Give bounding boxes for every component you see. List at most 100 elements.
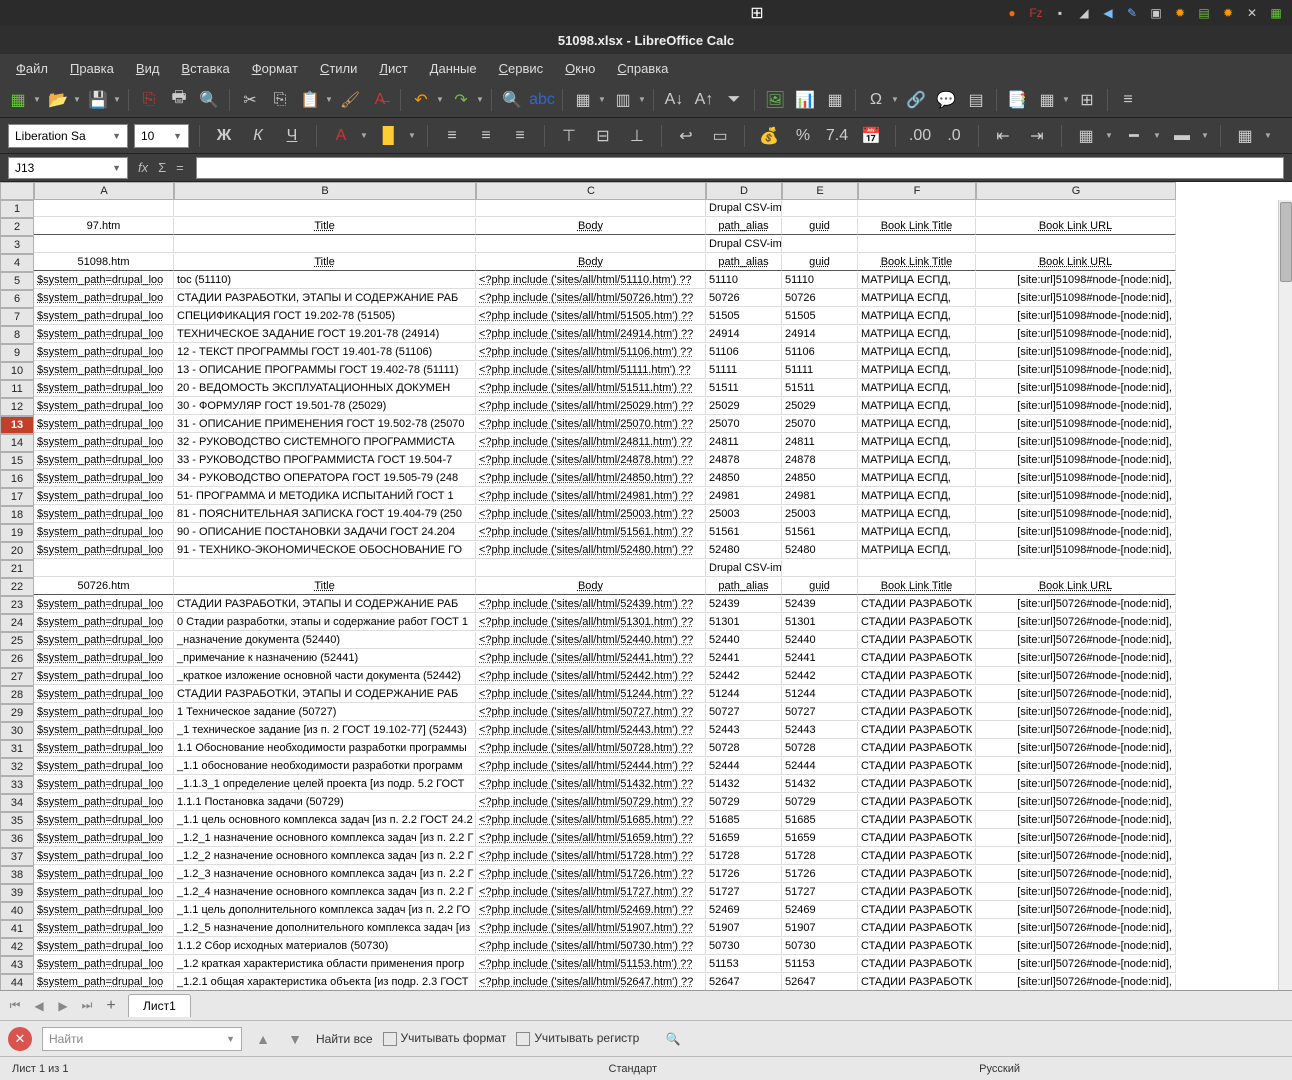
row-header[interactable]: 24: [0, 614, 34, 632]
cell[interactable]: <?php include ('sites/all/html/50729.htm…: [476, 794, 706, 811]
menu-вид[interactable]: Вид: [126, 57, 170, 80]
header-cell[interactable]: path_alias: [706, 218, 782, 235]
redo-dropdown-icon[interactable]: ▼: [475, 86, 485, 114]
cell[interactable]: 51685: [782, 812, 858, 829]
cell[interactable]: ТЕХНИЧЕСКОЕ ЗАДАНИЕ ГОСТ 19.201-78 (2491…: [174, 326, 476, 343]
row-header[interactable]: 11: [0, 380, 34, 398]
cell[interactable]: _1.2_5 назначение дополнительного компле…: [174, 920, 476, 937]
cell[interactable]: $system_path=drupal_loo: [34, 524, 174, 541]
menu-вставка[interactable]: Вставка: [171, 57, 239, 80]
sum-icon[interactable]: Σ: [158, 160, 166, 175]
cell[interactable]: 30 - ФОРМУЛЯР ГОСТ 19.501-78 (25029): [174, 398, 476, 415]
cell[interactable]: 51726: [782, 866, 858, 883]
cell[interactable]: <?php include ('sites/all/html/51511.htm…: [476, 380, 706, 397]
menu-стили[interactable]: Стили: [310, 57, 367, 80]
cell[interactable]: $system_path=drupal_loo: [34, 398, 174, 415]
cell[interactable]: [site:url]50726#node-[node:nid],: [976, 704, 1176, 721]
row-header[interactable]: 43: [0, 956, 34, 974]
cell[interactable]: <?php include ('sites/all/html/50728.htm…: [476, 740, 706, 757]
cond-format-icon[interactable]: ▦: [1231, 122, 1259, 150]
cell[interactable]: $system_path=drupal_loo: [34, 272, 174, 289]
menu-лист[interactable]: Лист: [369, 57, 417, 80]
cell[interactable]: 50730: [782, 938, 858, 955]
cell[interactable]: 25003: [782, 506, 858, 523]
cell[interactable]: [site:url]50726#node-[node:nid],: [976, 848, 1176, 865]
cell[interactable]: $system_path=drupal_loo: [34, 974, 174, 990]
cell[interactable]: [site:url]50726#node-[node:nid],: [976, 596, 1176, 613]
spellcheck-icon[interactable]: abc: [528, 86, 556, 114]
column-header[interactable]: E: [782, 182, 858, 200]
row-header[interactable]: 8: [0, 326, 34, 344]
page-style[interactable]: Стандарт: [609, 1063, 658, 1075]
cell[interactable]: [site:url]50726#node-[node:nid],: [976, 812, 1176, 829]
cell[interactable]: 50730: [706, 938, 782, 955]
italic-icon[interactable]: К: [244, 122, 272, 150]
cell[interactable]: toc (51110): [174, 272, 476, 289]
cell[interactable]: 51727: [706, 884, 782, 901]
row-header[interactable]: 30: [0, 722, 34, 740]
row-header[interactable]: 36: [0, 830, 34, 848]
cell[interactable]: 25003: [706, 506, 782, 523]
row-header[interactable]: 21: [0, 560, 34, 578]
cell[interactable]: [site:url]50726#node-[node:nid],: [976, 794, 1176, 811]
border-color-icon[interactable]: ▬: [1168, 122, 1196, 150]
cell[interactable]: МАТРИЦА ЕСПД,: [858, 308, 976, 325]
row-header[interactable]: 28: [0, 686, 34, 704]
header-cell[interactable]: 51098.htm: [34, 254, 174, 271]
cell[interactable]: СТАДИИ РАЗРАБОТК: [858, 650, 976, 667]
sort-asc-icon[interactable]: A↓: [660, 86, 688, 114]
header-cell[interactable]: Body: [476, 254, 706, 271]
cell[interactable]: 51111: [706, 362, 782, 379]
paste-dropdown-icon[interactable]: ▼: [324, 86, 334, 114]
cell[interactable]: 51561: [706, 524, 782, 541]
cell[interactable]: 91 - ТЕХНИКО-ЭКОНОМИЧЕСКОЕ ОБОСНОВАНИЕ Г…: [174, 542, 476, 559]
find-prev-icon[interactable]: ▲: [252, 1028, 274, 1050]
row-header[interactable]: 19: [0, 524, 34, 542]
header-cell[interactable]: Title: [174, 578, 476, 595]
cell[interactable]: СТАДИИ РАЗРАБОТК: [858, 884, 976, 901]
row-header[interactable]: 34: [0, 794, 34, 812]
cell[interactable]: [site:url]50726#node-[node:nid],: [976, 920, 1176, 937]
row-header[interactable]: 7: [0, 308, 34, 326]
cell[interactable]: 51685: [706, 812, 782, 829]
doc-icon[interactable]: ▦: [1268, 5, 1284, 21]
header-cell[interactable]: Title: [174, 218, 476, 235]
cell[interactable]: _1.1.3_1 определение целей проекта [из п…: [174, 776, 476, 793]
cell[interactable]: [782, 200, 858, 217]
indent-dec-icon[interactable]: ⇤: [989, 122, 1017, 150]
cell[interactable]: [476, 200, 706, 217]
cell[interactable]: <?php include ('sites/all/html/51106.htm…: [476, 344, 706, 361]
cell[interactable]: [site:url]51098#node-[node:nid],: [976, 488, 1176, 505]
header-cell[interactable]: 97.htm: [34, 218, 174, 235]
align-center-icon[interactable]: ≡: [472, 122, 500, 150]
header-cell[interactable]: Body: [476, 218, 706, 235]
cell[interactable]: 51110: [706, 272, 782, 289]
bg-dropdown-icon[interactable]: ▼: [407, 122, 417, 150]
vertical-scrollbar[interactable]: [1278, 200, 1292, 990]
cell[interactable]: $system_path=drupal_loo: [34, 416, 174, 433]
cell[interactable]: 51511: [782, 380, 858, 397]
cell[interactable]: [site:url]50726#node-[node:nid],: [976, 668, 1176, 685]
cell[interactable]: [site:url]50726#node-[node:nid],: [976, 974, 1176, 990]
percent-icon[interactable]: %: [789, 122, 817, 150]
row-header[interactable]: 2: [0, 218, 34, 236]
header-cell[interactable]: Book Link Title: [858, 578, 976, 595]
cell[interactable]: $system_path=drupal_loo: [34, 614, 174, 631]
cell[interactable]: <?php include ('sites/all/html/50727.htm…: [476, 704, 706, 721]
new-doc-icon[interactable]: ▦: [4, 86, 32, 114]
cell[interactable]: СТАДИИ РАЗРАБОТК: [858, 902, 976, 919]
char-dropdown-icon[interactable]: ▼: [890, 86, 900, 114]
row-header[interactable]: 6: [0, 290, 34, 308]
cell[interactable]: [site:url]50726#node-[node:nid],: [976, 614, 1176, 631]
cell[interactable]: _1.1 обоснование необходимости разработк…: [174, 758, 476, 775]
cell[interactable]: МАТРИЦА ЕСПД,: [858, 380, 976, 397]
cell[interactable]: 52442: [782, 668, 858, 685]
cell[interactable]: СТАДИИ РАЗРАБОТК: [858, 704, 976, 721]
cell[interactable]: <?php include ('sites/all/html/51432.htm…: [476, 776, 706, 793]
cell[interactable]: [site:url]50726#node-[node:nid],: [976, 686, 1176, 703]
cell[interactable]: МАТРИЦА ЕСПД,: [858, 272, 976, 289]
cell[interactable]: 51432: [782, 776, 858, 793]
cell[interactable]: _1.2_3 назначение основного комплекса за…: [174, 866, 476, 883]
cell[interactable]: $system_path=drupal_loo: [34, 326, 174, 343]
cell[interactable]: 1.1 Обоснование необходимости разработки…: [174, 740, 476, 757]
